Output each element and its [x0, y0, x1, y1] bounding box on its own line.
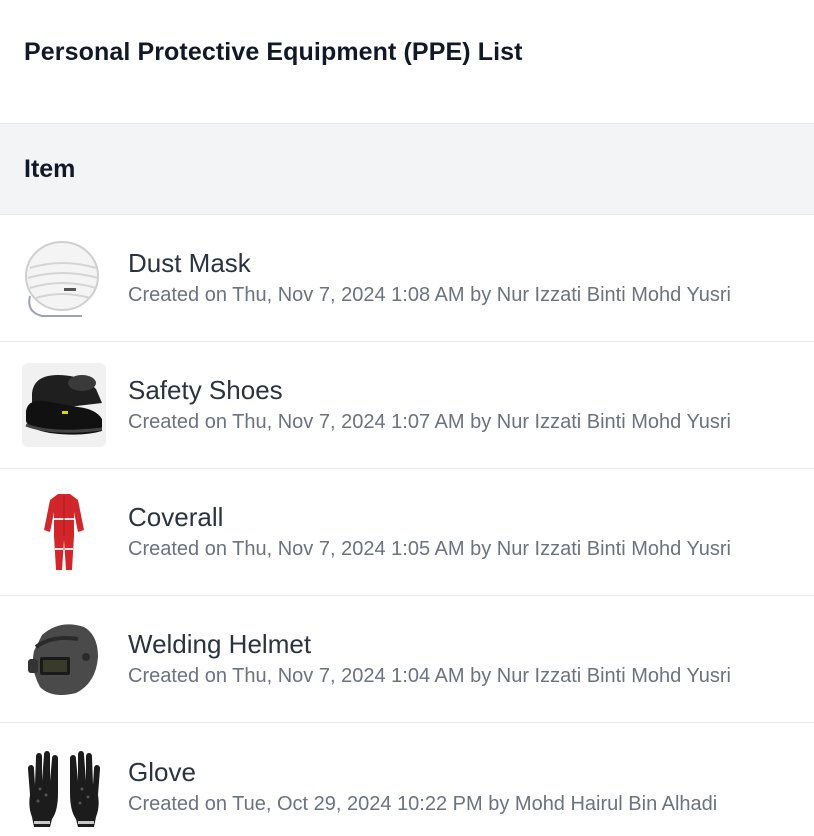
item-name[interactable]: Glove [128, 756, 717, 788]
item-meta: Created on Tue, Oct 29, 2024 10:22 PM by… [128, 792, 718, 815]
item-name[interactable]: Welding Helmet [128, 628, 731, 660]
item-name[interactable]: Dust Mask [128, 247, 731, 279]
item-name[interactable]: Safety Shoes [128, 374, 731, 406]
list-item[interactable]: Coverall Created on Thu, Nov 7, 2024 1:0… [0, 469, 814, 596]
ppe-list-page: Personal Protective Equipment (PPE) List… [0, 0, 814, 836]
safety-shoes-image [22, 363, 106, 447]
list-item[interactable]: Welding Helmet Created on Thu, Nov 7, 20… [0, 596, 814, 723]
glove-image [22, 745, 106, 829]
list-item[interactable]: Glove Created on Tue, Oct 29, 2024 10:22… [0, 723, 814, 836]
item-meta: Created on Thu, Nov 7, 2024 1:07 AM by N… [128, 411, 731, 433]
table-header: Item [0, 123, 814, 215]
page-title: Personal Protective Equipment (PPE) List [24, 38, 523, 66]
item-texts: Glove Created on Tue, Oct 29, 2024 10:22… [128, 756, 717, 818]
column-header-item[interactable]: Item [24, 155, 75, 184]
list-item[interactable]: Dust Mask Created on Thu, Nov 7, 2024 1:… [0, 215, 814, 342]
welding-helmet-image [22, 617, 106, 701]
ppe-item-list: Dust Mask Created on Thu, Nov 7, 2024 1:… [0, 215, 814, 836]
coverall-image [22, 490, 106, 574]
item-texts: Dust Mask Created on Thu, Nov 7, 2024 1:… [128, 247, 731, 309]
item-texts: Coverall Created on Thu, Nov 7, 2024 1:0… [128, 501, 731, 563]
item-meta: Created on Thu, Nov 7, 2024 1:04 AM by N… [128, 665, 731, 687]
dust-mask-image [22, 236, 106, 320]
title-bar: Personal Protective Equipment (PPE) List [0, 0, 814, 123]
item-texts: Welding Helmet Created on Thu, Nov 7, 20… [128, 628, 731, 690]
list-item[interactable]: Safety Shoes Created on Thu, Nov 7, 2024… [0, 342, 814, 469]
item-name[interactable]: Coverall [128, 501, 731, 533]
item-meta: Created on Thu, Nov 7, 2024 1:08 AM by N… [128, 284, 731, 306]
item-texts: Safety Shoes Created on Thu, Nov 7, 2024… [128, 374, 731, 436]
item-meta: Created on Thu, Nov 7, 2024 1:05 AM by N… [128, 538, 731, 560]
